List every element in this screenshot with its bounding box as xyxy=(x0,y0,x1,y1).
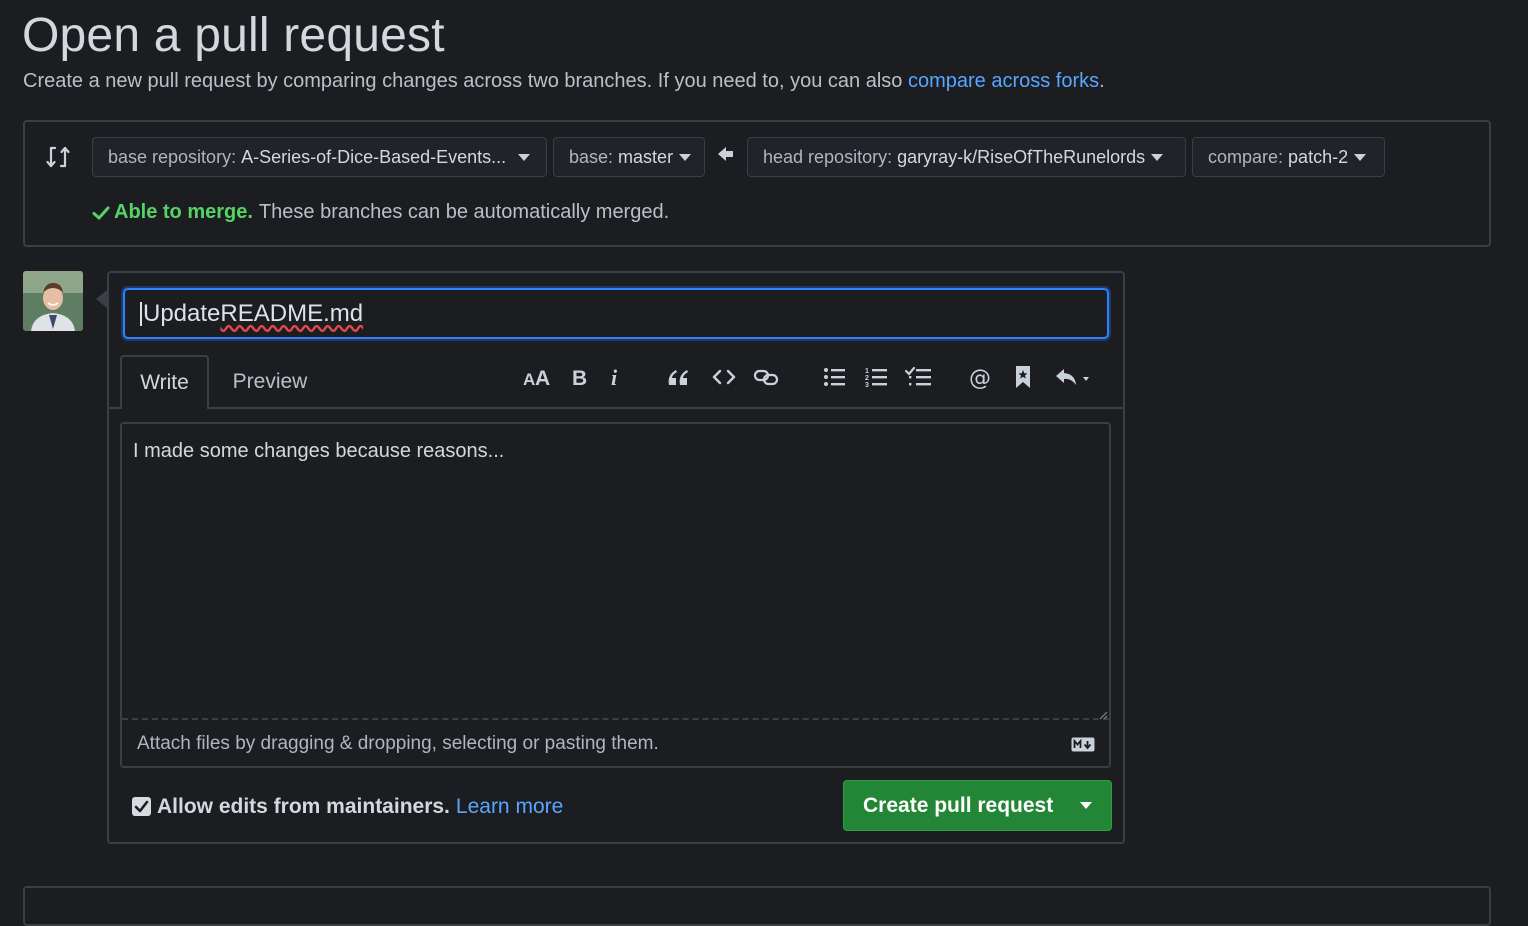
allow-edits-row: Allow edits from maintainers. Learn more xyxy=(157,795,563,819)
head-repository-value: garyray-k/RiseOfTheRunelords xyxy=(897,146,1146,167)
comment-pointer xyxy=(96,290,107,308)
merge-status-strong: Able to merge. xyxy=(114,201,253,223)
create-options-dropdown[interactable] xyxy=(1060,781,1112,830)
chevron-down-icon xyxy=(518,153,531,161)
create-pull-request-button[interactable]: Create pull request xyxy=(843,780,1112,831)
reply-icon[interactable] xyxy=(1053,362,1097,392)
text-cursor xyxy=(140,301,142,326)
mention-icon[interactable]: @ xyxy=(967,362,995,392)
resize-handle-icon[interactable] xyxy=(1098,707,1108,720)
attach-divider xyxy=(122,718,1109,720)
create-pull-request-label: Create pull request xyxy=(863,793,1054,817)
numbered-list-icon[interactable]: 123 xyxy=(863,362,889,392)
avatar[interactable] xyxy=(23,271,83,331)
head-repository-label: head repository: xyxy=(763,146,893,167)
svg-text:A: A xyxy=(523,370,535,388)
code-icon[interactable] xyxy=(710,362,738,392)
merge-status-text: These branches can be automatically merg… xyxy=(258,201,670,223)
link-icon[interactable] xyxy=(752,362,780,392)
subtitle-suffix: . xyxy=(1099,70,1105,92)
base-branch-label: base: xyxy=(569,146,614,167)
svg-text:2: 2 xyxy=(865,375,869,382)
body-textarea[interactable] xyxy=(120,422,1111,768)
svg-text:B: B xyxy=(572,367,587,388)
check-icon xyxy=(92,206,110,219)
tab-write[interactable]: Write xyxy=(120,355,209,409)
compare-branch-value: patch-2 xyxy=(1288,146,1349,167)
tab-preview[interactable]: Preview xyxy=(222,355,318,409)
chevron-down-icon xyxy=(679,153,692,161)
markdown-icon[interactable] xyxy=(1071,737,1095,752)
allow-edits-checkbox[interactable] xyxy=(132,797,151,816)
bullet-list-icon[interactable] xyxy=(821,362,847,392)
head-repository-select[interactable]: head repository: garyray-k/RiseOfTheRune… xyxy=(747,137,1186,177)
attach-files-hint[interactable]: Attach files by dragging & dropping, sel… xyxy=(137,733,659,755)
page-title: Open a pull request xyxy=(22,9,445,62)
reference-icon[interactable] xyxy=(1011,362,1035,392)
svg-text:1: 1 xyxy=(865,368,869,375)
allow-edits-label[interactable]: Allow edits from maintainers. xyxy=(157,795,450,818)
commits-summary-box xyxy=(23,886,1491,926)
bold-icon[interactable]: B xyxy=(567,362,591,392)
svg-text:@: @ xyxy=(969,366,991,389)
base-branch-value: master xyxy=(618,146,674,167)
arrow-left-icon xyxy=(716,146,736,164)
base-repository-value: A-Series-of-Dice-Based-Events... xyxy=(241,146,507,167)
quote-icon[interactable] xyxy=(664,362,692,392)
compare-branch-select[interactable]: compare: patch-2 xyxy=(1192,137,1385,177)
title-input-text-misspelled: README.md xyxy=(220,299,364,327)
title-input-text: Update xyxy=(143,299,221,327)
body-textarea-text: I made some changes because reasons... xyxy=(133,440,505,462)
task-list-icon[interactable] xyxy=(904,362,932,392)
learn-more-link[interactable]: Learn more xyxy=(456,795,563,818)
text-size-icon[interactable]: AA xyxy=(522,362,552,392)
chevron-down-icon xyxy=(1151,153,1164,161)
subtitle-text: Create a new pull request by comparing c… xyxy=(23,70,908,92)
svg-text:A: A xyxy=(535,367,550,388)
chevron-down-icon xyxy=(1080,802,1092,809)
compare-across-forks-link[interactable]: compare across forks xyxy=(908,70,1099,92)
svg-text:3: 3 xyxy=(865,382,869,388)
svg-text:i: i xyxy=(611,366,618,388)
checkmark-icon xyxy=(134,800,149,813)
title-input[interactable]: Update README.md xyxy=(123,288,1109,339)
compare-branch-label: compare: xyxy=(1208,146,1284,167)
page-subtitle: Create a new pull request by comparing c… xyxy=(23,70,1105,93)
italic-icon[interactable]: i xyxy=(605,362,625,392)
base-branch-select[interactable]: base: master xyxy=(553,137,705,177)
git-compare-icon xyxy=(44,143,72,171)
merge-status: Able to merge. These branches can be aut… xyxy=(92,201,669,224)
base-repository-label: base repository: xyxy=(108,146,237,167)
chevron-down-icon xyxy=(1354,153,1367,161)
base-repository-select[interactable]: base repository: A-Series-of-Dice-Based-… xyxy=(92,137,547,177)
